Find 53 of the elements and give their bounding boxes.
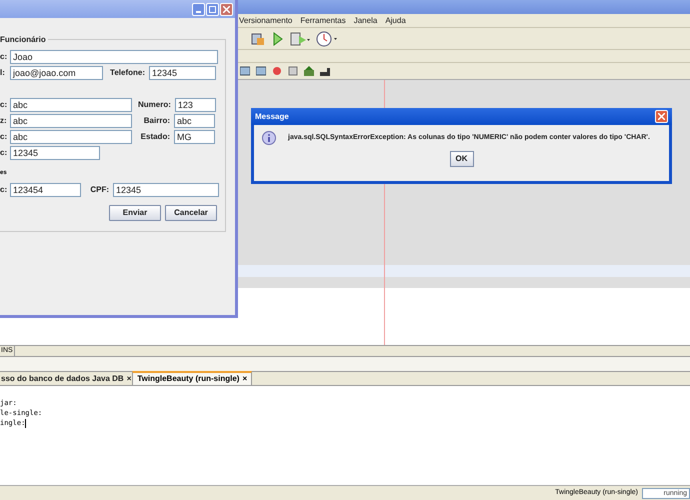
minimize-button[interactable] [192,2,205,16]
text-field[interactable]: MG [174,130,215,144]
tab-label: sso do banco de dados Java DB [1,373,124,385]
field-label: c: [0,131,8,143]
text-field[interactable]: abc [174,114,215,128]
text-field[interactable]: 123454 [10,183,81,197]
run-config-icon[interactable] [290,30,310,46]
field-label: Bairro: [142,115,171,127]
ok-button[interactable]: OK [450,151,474,167]
close-icon[interactable]: × [126,373,132,385]
text-field[interactable]: joao@joao.com [10,66,103,80]
output-tab[interactable]: TwingleBeauty (run-single) × [132,371,252,385]
text-field[interactable]: 12345 [149,66,216,80]
text-field[interactable]: 12345 [10,146,100,160]
close-icon [658,113,665,120]
maximize-button[interactable] [206,2,219,16]
close-button[interactable] [220,2,233,16]
text-field[interactable]: abc [10,130,132,144]
close-icon[interactable]: × [242,373,248,385]
form-button[interactable]: Enviar [109,205,161,221]
text-field[interactable]: abc [10,98,132,112]
maximize-icon [209,6,216,12]
info-icon [262,131,276,145]
field-label: Numero: [137,99,172,111]
menu-item[interactable]: Ferramentas [300,14,346,26]
field-label: c: [0,99,8,111]
close-button[interactable] [655,110,668,123]
form-button[interactable]: Cancelar [165,205,217,221]
field-label: l: [0,67,6,79]
field-label: CPF: [89,184,110,196]
field-label: c: [0,184,8,196]
stop-icon[interactable] [288,66,298,76]
menu-item[interactable]: Janela [354,14,378,26]
field-label: c: [0,51,8,63]
field-label: z: [0,115,8,127]
play-icon[interactable] [272,30,284,46]
tab-label: TwingleBeauty (run-single) [137,373,240,385]
text-field[interactable]: 123 [174,98,216,112]
text-field[interactable]: abc [10,114,132,128]
output-tab[interactable]: sso do banco de dados Java DB × [0,373,132,385]
section-legend: Funcionário [0,34,48,45]
dialog-title: Message [255,110,289,122]
menu-item[interactable]: Versionamento [239,14,292,26]
field-label: Estado: [140,131,171,143]
text-field[interactable]: 12345 [113,183,219,197]
text-cursor [25,418,26,428]
field-label: Telefone: [109,67,146,79]
record-icon[interactable] [272,66,282,76]
menu-item[interactable]: Ajuda [385,14,406,26]
text-field[interactable]: Joao [10,50,218,64]
field-label: c: [0,147,8,159]
minimize-icon [196,10,201,12]
close-icon [223,6,230,12]
